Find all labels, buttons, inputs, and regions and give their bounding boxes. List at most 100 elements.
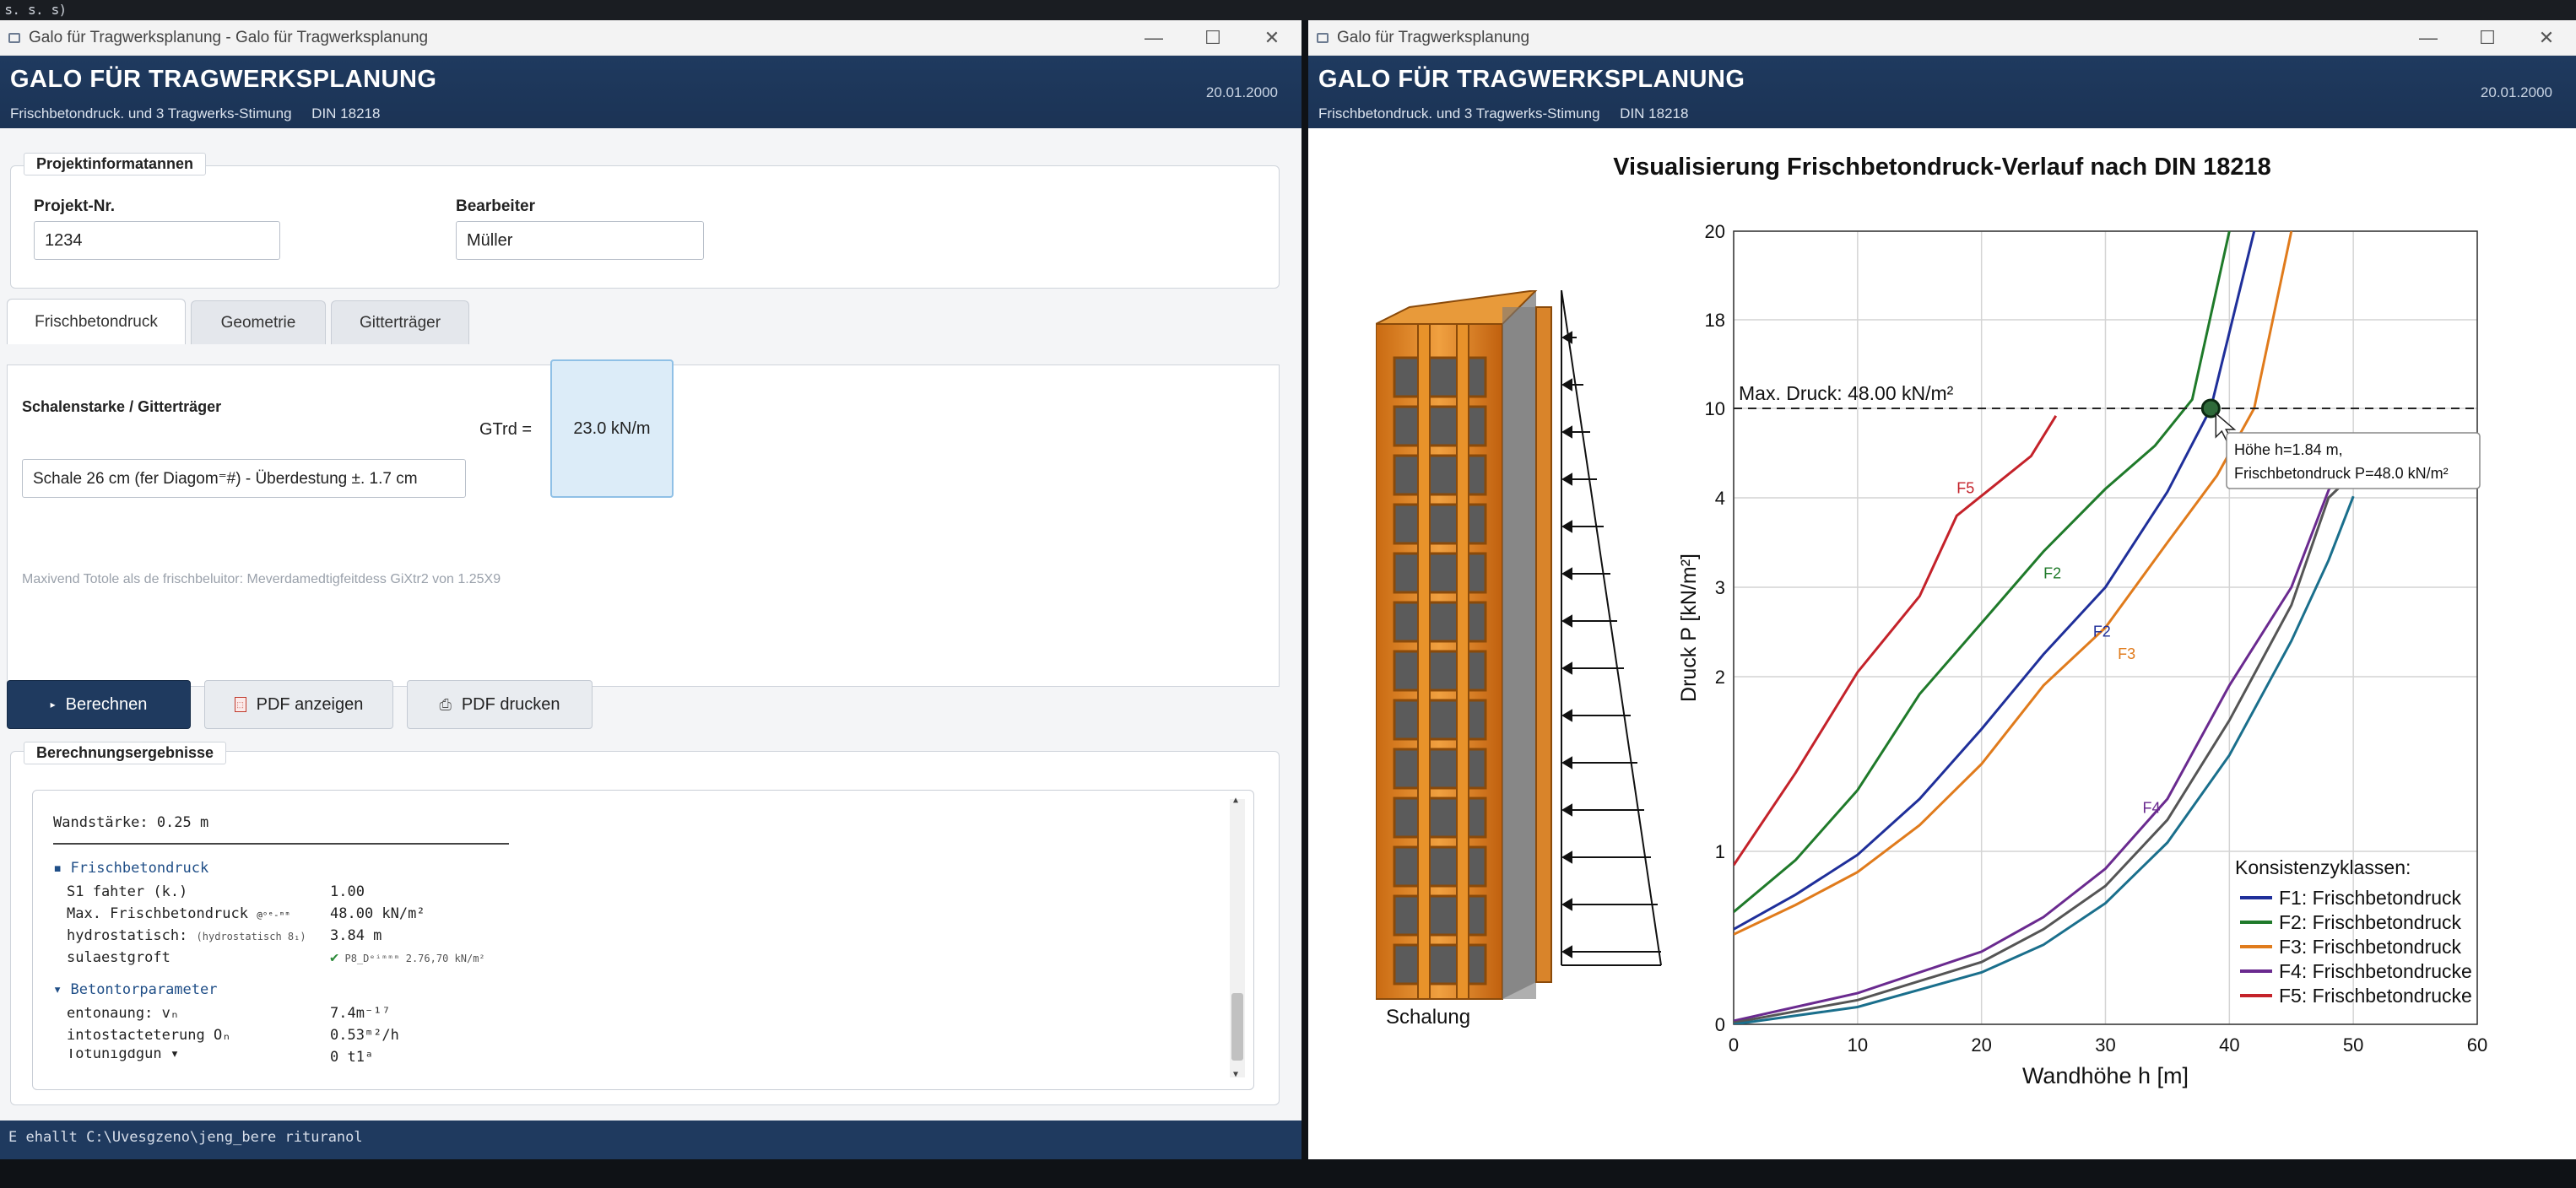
schale-select[interactable]: Schale 26 cm (fer Diagom⁼#) - Überdestun… (22, 459, 466, 498)
legend-entry: F5: Frischbetondrucke (2279, 985, 2472, 1007)
row-value: 0.53ᵐ²/h (330, 1027, 399, 1044)
close-icon[interactable]: ✕ (1242, 27, 1302, 49)
curve-label: F4 (2143, 799, 2161, 816)
y-tick-label: 2 (1715, 667, 1725, 688)
window-title: Galo für Tragwerksplanung - Galo für Tra… (29, 28, 429, 46)
norm-text: DIN 18218 (311, 105, 381, 122)
section2-title: Betontorparameter (70, 981, 218, 998)
app-icon (8, 32, 20, 43)
title-bar: Galo für Tragwerksplanung - Galo für Tra… (0, 20, 1302, 56)
series-line (1734, 472, 2355, 1024)
y-tick-label: 1 (1715, 841, 1725, 862)
x-tick-label: 20 (1971, 1034, 1991, 1056)
series-line (1734, 445, 2355, 1023)
section-frischbetondruck: ▪ Frischbetondruck (53, 860, 209, 877)
result-row: entonaung: vₙ (67, 1005, 180, 1022)
series-line (1734, 231, 2293, 936)
bearbeiter-label: Bearbeiter (456, 197, 535, 215)
left-window: Galo für Tragwerksplanung - Galo für Tra… (0, 20, 1302, 1159)
project-legend: Projektinformatannen (24, 153, 207, 176)
x-tick-label: 10 (1848, 1034, 1868, 1056)
tab-gittertraeger[interactable]: Gitterträger (331, 300, 469, 344)
row-value: P8_Dᵉⁱᵐᵐᵐ 2.76,70 kN/m² (344, 953, 485, 964)
x-tick-label: 40 (2219, 1034, 2239, 1056)
legend-entry: F3: Frischbetondruck (2279, 936, 2462, 958)
y-tick-label: 3 (1715, 577, 1725, 598)
gtrd-value-box: 23.0 kN/m (550, 359, 674, 498)
scroll-down-icon[interactable]: ▼ (1233, 1070, 1238, 1079)
status-bar: E ehallt C:\Uvesgzeno\jeng_bere riturano… (0, 1120, 1302, 1159)
results-legend: Berechnungsergebnisse (24, 742, 227, 764)
results-scrollbar[interactable]: ▲ ▼ (1230, 796, 1245, 1079)
scroll-thumb[interactable] (1231, 993, 1243, 1061)
result-row: Totunigdgun ▾ (67, 1049, 180, 1062)
right-window: Galo für Tragwerksplanung — ☐ ✕ GALO FÜR… (1308, 20, 2576, 1159)
section1-title: Frischbetondruck (70, 860, 209, 877)
row-label: S1 fahter (k.) (67, 883, 188, 900)
project-nr-input[interactable]: 1234 (34, 221, 280, 260)
app-header: GALO FÜR TRAGWERKSPLANUNG Frischbetondru… (0, 56, 1302, 128)
row-label: hydrostatisch: (67, 927, 188, 944)
curve-label: F5 (1956, 480, 1974, 497)
project-nr-label: Projekt-Nr. (34, 197, 116, 215)
printer-icon: ⎙ (439, 695, 452, 713)
y-axis-label: Druck P [kN/m²] (1677, 554, 1701, 702)
result-row: hydrostatisch: (hydrostatisch 8₁) (67, 927, 306, 944)
app-title: GALO FÜR TRAGWERKSPLANUNG (10, 66, 437, 93)
gtrd-label: GTrd = (479, 420, 533, 439)
result-row: intostacteterung Oₙ (67, 1027, 231, 1044)
curve-label: F2 (2093, 623, 2111, 640)
y-tick-label: 4 (1715, 488, 1725, 509)
result-row: sulaestgroft (67, 949, 170, 966)
row-value: 7.4m⁻¹⁷ (330, 1005, 391, 1022)
row-value-check: ✔ P8_Dᵉⁱᵐᵐᵐ 2.76,70 kN/m² (330, 949, 485, 966)
tab-frischbetondruck[interactable]: Frischbetondruck (7, 299, 186, 344)
results-text-area[interactable]: Wandstärke: 0.25 m ▪ Frischbetondruck S1… (32, 790, 1254, 1090)
calculate-button[interactable]: ▸ Berechnen (7, 680, 191, 729)
clipped-row: Totunigdgun ▾ 0 t1ᵃ (33, 1049, 1231, 1083)
row-value: 0 t1ᵃ (330, 1049, 374, 1066)
row-value: 3.84 m (330, 927, 382, 944)
gtrd-value: 23.0 kN/m (573, 418, 651, 438)
tooltip-line: Frischbetondruck P=48.0 kN/m² (2234, 465, 2449, 482)
y-tick-label: 20 (1705, 221, 1725, 242)
x-tick-label: 50 (2343, 1034, 2363, 1056)
app-subtitle: Frischbetondruck. und 3 Tragwerks-Stimun… (10, 105, 1291, 122)
series-line (1734, 231, 2256, 931)
tooltip-line: Höhe h=1.84 m, (2234, 441, 2343, 458)
legend-entry: F2: Frischbetondruck (2279, 911, 2462, 933)
pdf-print-button[interactable]: ⎙ PDF drucken (407, 680, 593, 729)
pdf-icon: ⬚ (234, 697, 246, 712)
subtitle-text: Frischbetondruck. und 3 Tragwerks-Stimun… (10, 105, 292, 122)
scroll-up-icon[interactable]: ▲ (1233, 796, 1238, 805)
legend-title: Konsistenzyklassen: (2235, 856, 2411, 878)
calculate-label: Berechnen (65, 694, 148, 714)
info-note: Maxivend Totole als de frischbeluitor: M… (22, 572, 501, 586)
wall-thickness-line: Wandstärke: 0.25 m (53, 814, 209, 831)
y-tick-label: 18 (1705, 310, 1725, 331)
header-date: 20.01.2000 (1205, 84, 1278, 100)
maximize-icon[interactable]: ☐ (1183, 27, 1242, 49)
y-tick-label: 0 (1715, 1014, 1725, 1035)
row-sub: (hydrostatisch 8₁) (196, 931, 306, 942)
row-label: sulaestgroft (67, 949, 170, 966)
pdf-show-label: PDF anzeigen (256, 694, 364, 714)
row-sub: @ᵒᵉ-ᵐᵐ (257, 910, 290, 921)
curve-label: F3 (2118, 645, 2135, 662)
minimize-icon[interactable]: — (1124, 27, 1183, 49)
x-tick-label: 60 (2467, 1034, 2487, 1056)
result-row: S1 fahter (k.) (67, 883, 187, 900)
tab-geometrie[interactable]: Geometrie (191, 300, 326, 344)
check-icon: ✔ (330, 949, 339, 966)
bearbeiter-input[interactable]: Müller (456, 221, 704, 260)
pdf-show-button[interactable]: ⬚ PDF anzeigen (204, 680, 393, 729)
legend-entry: F4: Frischbetondrucke (2279, 960, 2472, 982)
pdf-print-label: PDF drucken (461, 694, 560, 714)
section-betontorparameter: ▾ Betontorparameter (53, 981, 218, 998)
pressure-chart[interactable]: 0 10 20 30 40 50 60 0 1 2 3 4 10 18 20 Wandhöhe h [m] Dr… (1308, 20, 2576, 1159)
x-axis-label: Wandhöhe h [m] (2022, 1063, 2189, 1088)
y-tick-label: 10 (1705, 398, 1725, 419)
x-tick-label: 0 (1729, 1034, 1739, 1056)
result-row: Max. Frischbetondruck @ᵒᵉ-ᵐᵐ (67, 905, 290, 922)
legend-entry: F1: Frischbetondruck (2279, 887, 2462, 909)
